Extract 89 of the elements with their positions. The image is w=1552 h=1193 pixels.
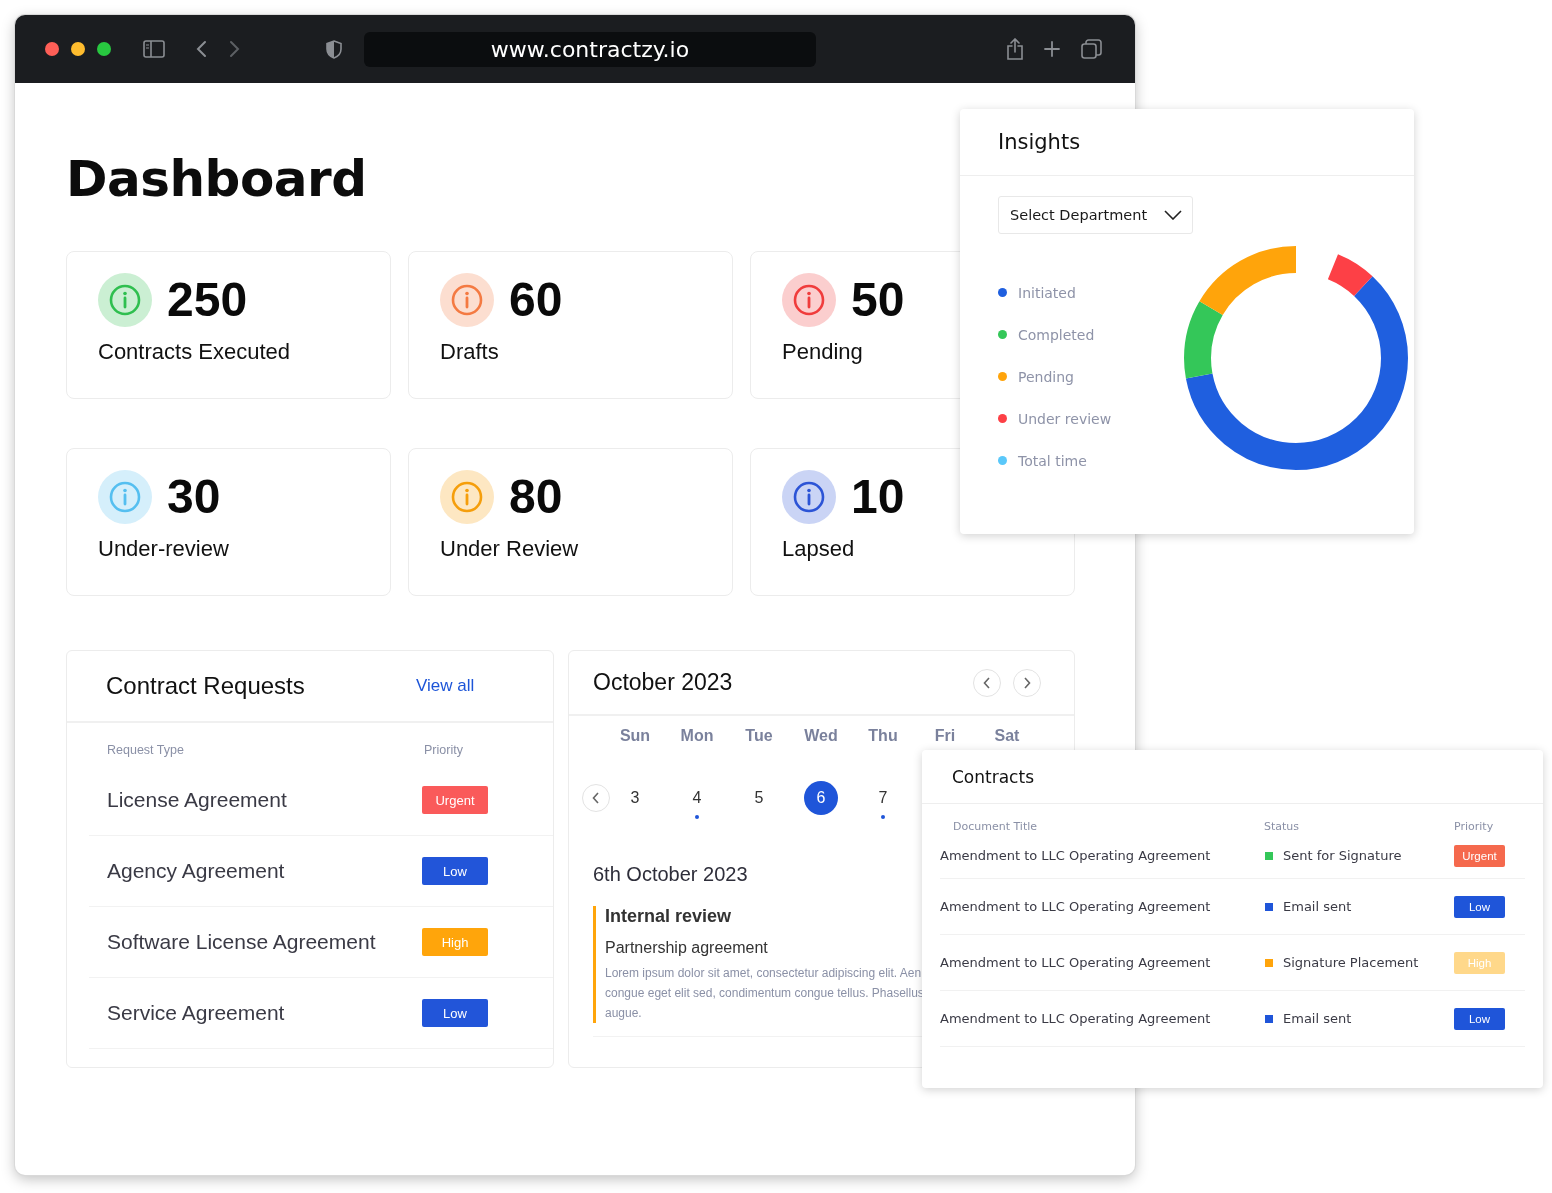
share-icon[interactable] (1006, 37, 1024, 61)
event-subtitle: Partnership agreement (605, 939, 768, 957)
calendar-date[interactable]: 3 (618, 781, 652, 815)
minimize-button[interactable] (71, 42, 85, 56)
legend-label: Initiated (1018, 284, 1076, 301)
stat-label: Drafts (440, 339, 499, 365)
status-text: Email sent (1283, 1011, 1353, 1026)
stat-value: 10 (851, 469, 905, 525)
request-type: Agency Agreement (106, 859, 286, 883)
stat-value: 250 (167, 272, 248, 328)
stat-label: Under Review (440, 536, 579, 562)
chevron-right-icon (1023, 676, 1031, 689)
info-icon (98, 470, 152, 524)
stat-label: Contracts Executed (98, 339, 290, 365)
weekday-label: Sat (994, 727, 1020, 745)
department-dropdown[interactable]: Select Department (998, 196, 1193, 234)
stat-value: 60 (509, 272, 563, 328)
tabs-icon[interactable] (1081, 38, 1102, 60)
chevron-down-icon (1164, 210, 1182, 220)
document-title: Amendment to LLC Operating Agreement (940, 899, 1212, 914)
close-button[interactable] (45, 42, 59, 56)
month-title: October 2023 (593, 669, 734, 696)
calendar-date[interactable]: 5 (742, 781, 776, 815)
info-icon (98, 273, 152, 327)
request-type: Service Agreement (106, 1001, 286, 1025)
column-header: Document Title (953, 820, 1039, 833)
calendar-date[interactable]: 4 (680, 781, 714, 815)
stat-value: 80 (509, 469, 563, 525)
weekday-label: Thu (868, 727, 898, 745)
legend-label: Completed (1018, 326, 1095, 343)
priority-badge: Low (1454, 1007, 1505, 1030)
request-type: License Agreement (106, 788, 288, 812)
event-title: Internal review (605, 906, 732, 927)
selected-date[interactable]: 6 (804, 781, 838, 815)
column-header: Priority (1454, 820, 1494, 833)
event-description: Lorem ipsum dolor sit amet, consectetur adipiscing elit. Aen congue eget elit sed, condimentum congue tellus. Phasellus augue. (605, 965, 924, 1022)
back-icon[interactable] (195, 40, 207, 58)
previous-week-button[interactable] (582, 784, 610, 812)
address-bar[interactable]: www.contractzy.io (364, 31, 816, 67)
document-title: Amendment to LLC Operating Agreement (940, 955, 1212, 970)
view-all-link[interactable]: View all (416, 676, 475, 696)
calendar-date[interactable]: 7 (866, 781, 900, 815)
column-header: Priority (424, 743, 463, 757)
priority-badge: Urgent (1454, 844, 1505, 867)
panel-title: Contract Requests (106, 672, 306, 700)
selected-date-heading: 6th October 2023 (593, 863, 748, 886)
column-header: Request Type (107, 743, 185, 757)
priority-badge: High (422, 928, 488, 956)
status-text: Signature Placement (1283, 955, 1420, 970)
info-icon (440, 273, 494, 327)
status-text: Email sent (1283, 899, 1353, 914)
priority-badge: High (1454, 951, 1505, 974)
legend-label: Pending (1018, 368, 1074, 385)
chevron-left-icon (592, 792, 600, 804)
weekday-label: Sun (619, 727, 651, 745)
priority-badge: Urgent (422, 786, 488, 814)
document-title: Amendment to LLC Operating Agreement (940, 1011, 1212, 1026)
panel-title: Insights (998, 130, 1081, 154)
document-title: Amendment to LLC Operating Agreement (940, 848, 1212, 863)
stat-label: Under-review (98, 536, 229, 562)
panel-title: Contracts (952, 766, 1034, 787)
priority-badge: Low (422, 857, 488, 885)
forward-icon[interactable] (229, 40, 241, 58)
previous-month-button[interactable] (973, 668, 1001, 697)
zoom-button[interactable] (97, 42, 111, 56)
chevron-left-icon (983, 676, 991, 689)
request-type: Software License Agreement (106, 930, 377, 954)
priority-badge: Low (422, 999, 488, 1027)
info-icon (440, 470, 494, 524)
legend-label: Under review (1018, 410, 1112, 427)
stat-value: 30 (167, 469, 221, 525)
stat-label: Lapsed (782, 536, 855, 562)
weekday-label: Mon (680, 727, 714, 745)
info-icon (782, 273, 836, 327)
weekday-label: Fri (934, 727, 956, 745)
next-month-button[interactable] (1013, 668, 1041, 697)
weekday-label: Wed (804, 727, 838, 745)
info-icon (782, 470, 836, 524)
stat-label: Pending (782, 339, 863, 365)
legend-label: Total time (1018, 452, 1087, 469)
page-title: Dashboard (66, 149, 367, 209)
new-tab-icon[interactable] (1043, 40, 1061, 58)
sidebar-icon[interactable] (143, 40, 165, 58)
status-text: Sent for Signature (1283, 848, 1403, 863)
stat-value: 50 (851, 272, 905, 328)
shield-icon[interactable] (326, 39, 342, 59)
column-header: Status (1264, 820, 1301, 833)
priority-badge: Low (1454, 895, 1505, 918)
weekday-label: Tue (745, 727, 773, 745)
